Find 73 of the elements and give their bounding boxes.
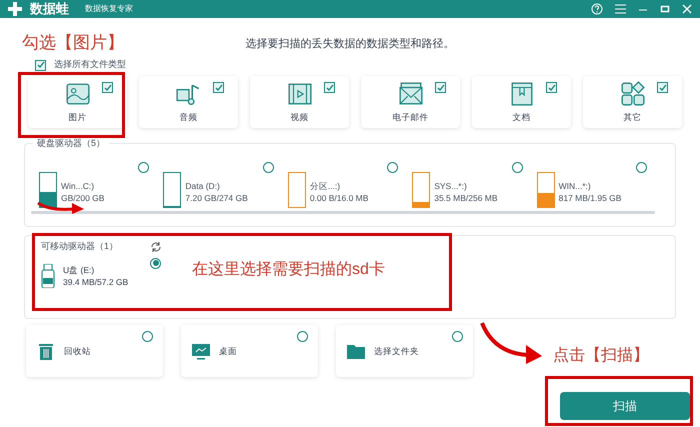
menu-icon[interactable] (615, 4, 626, 14)
maximize-icon[interactable] (660, 4, 670, 14)
radio-button[interactable] (636, 162, 648, 173)
other-icon (620, 80, 646, 107)
checkbox[interactable] (35, 60, 46, 70)
app-subtitle: 数据恢复专家 (85, 3, 133, 15)
drive-name: 分区...:) (310, 180, 342, 192)
drive-name: U盘 (E:) (63, 264, 96, 276)
checkbox[interactable] (102, 82, 113, 93)
help-icon[interactable] (591, 3, 603, 15)
drive-name: Data (D:) (185, 180, 221, 192)
radio-button[interactable] (387, 162, 398, 173)
annotation-text: 勾选【图片】 (22, 32, 124, 54)
file-type-card[interactable]: 视频 (250, 76, 349, 128)
arrow-icon (36, 201, 86, 215)
trash-icon (36, 341, 56, 361)
drive-size: GB/200 GB (61, 192, 104, 204)
location-label: 选择文件夹 (374, 344, 419, 358)
refresh-icon[interactable] (150, 240, 162, 253)
radio-button[interactable] (138, 162, 150, 173)
file-type-label: 电子邮件 (392, 110, 428, 124)
arrow-icon (478, 321, 544, 365)
file-type-card[interactable]: 其它 (583, 76, 682, 128)
file-type-card[interactable]: 音频 (139, 76, 238, 128)
location-card[interactable]: 桌面 (181, 325, 318, 377)
file-type-label: 音频 (180, 110, 198, 124)
group-title: 硬盘驱动器（5） (33, 137, 110, 150)
radio-button[interactable] (262, 162, 274, 173)
drive-size: 39.4 MB/57.2 GB (63, 276, 128, 288)
drive-size: 0.00 B/16.0 MB (310, 192, 368, 204)
drive-size: 7.20 GB/274 GB (185, 192, 248, 204)
file-type-card[interactable]: 电子邮件 (361, 76, 460, 128)
logo-icon (8, 2, 22, 16)
file-type-label: 图片 (68, 110, 86, 124)
image-icon (64, 80, 90, 107)
file-type-label: 其它 (624, 110, 642, 124)
location-label: 回收站 (64, 344, 91, 358)
mail-icon (398, 80, 424, 107)
checkbox[interactable] (435, 82, 446, 93)
file-type-label: 视频 (290, 110, 308, 124)
video-icon (286, 80, 312, 107)
scrollbar[interactable] (31, 211, 655, 214)
radio-button[interactable] (452, 331, 463, 342)
location-card[interactable]: 选择文件夹 (336, 325, 473, 377)
heading: 选择要扫描的丢失数据的数据类型和路径。 (246, 36, 454, 52)
location-card[interactable]: 回收站 (26, 325, 163, 377)
drive-name: SYS...*:) (434, 180, 468, 192)
checkbox[interactable] (324, 82, 335, 93)
checkbox[interactable] (546, 82, 557, 93)
radio-button[interactable] (512, 162, 523, 173)
location-label: 桌面 (219, 344, 237, 358)
annotation-text: 在这里选择需要扫描的sd卡 (192, 260, 385, 280)
drive-size: 35.5 MB/256 MB (434, 192, 498, 204)
annotation-text: 点击【扫描】 (553, 346, 649, 366)
drive-name: Win...C:) (61, 180, 96, 192)
radio-button[interactable] (297, 331, 308, 342)
drive-size: 817 MB/1.95 GB (558, 192, 622, 204)
group-title: 可移动驱动器（1） (41, 240, 118, 253)
scan-button[interactable]: 扫描 (560, 392, 690, 420)
radio-button[interactable] (150, 258, 161, 268)
drive-name: WIN...*:) (558, 180, 592, 192)
select-all-label: 选择所有文件类型 (54, 58, 126, 72)
close-icon[interactable] (682, 4, 692, 14)
app-logo: 数据蛙 (30, 0, 69, 18)
checkbox[interactable] (213, 82, 224, 93)
radio-button[interactable] (142, 331, 153, 342)
monitor-icon (191, 341, 211, 361)
file-type-label: 文档 (512, 110, 530, 124)
doc-icon (508, 80, 534, 107)
file-type-card[interactable]: 文档 (472, 76, 571, 128)
checkbox[interactable] (657, 82, 668, 93)
file-type-card[interactable]: 图片 (28, 76, 127, 128)
usb-drive-icon (41, 264, 55, 288)
